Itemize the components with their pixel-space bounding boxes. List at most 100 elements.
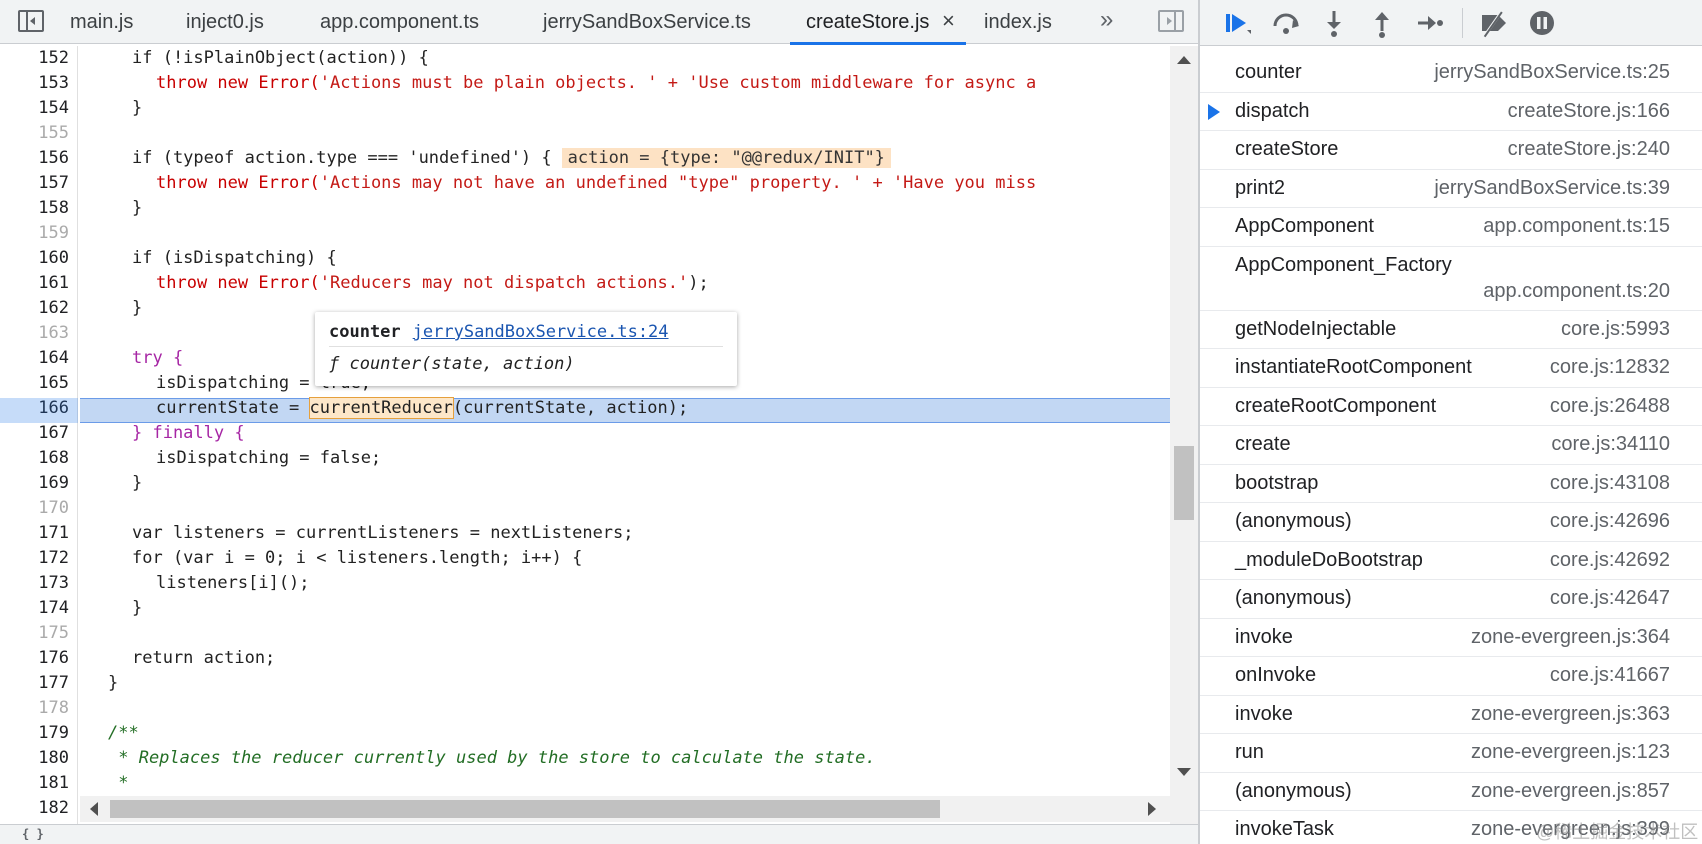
vertical-scroll-thumb[interactable]: [1174, 446, 1194, 520]
line-number[interactable]: 179: [0, 721, 69, 746]
line-number[interactable]: 159: [0, 221, 69, 246]
call-frame-location[interactable]: core.js:26488: [1550, 395, 1670, 418]
call-frame[interactable]: invoke zone-evergreen.js:363: [1200, 696, 1702, 734]
step-over-icon[interactable]: [1268, 6, 1304, 40]
call-frame[interactable]: onInvoke core.js:41667: [1200, 657, 1702, 696]
line-number[interactable]: 167: [0, 421, 69, 446]
line-number[interactable]: 176: [0, 646, 69, 671]
tab-inject0-js[interactable]: inject0.js: [186, 0, 264, 44]
call-frame-location[interactable]: core.js:42696: [1550, 510, 1670, 533]
call-frame[interactable]: create core.js:34110: [1200, 426, 1702, 465]
tab-jerrysandboxservice-ts[interactable]: jerrySandBoxService.ts: [543, 0, 751, 44]
line-number[interactable]: 173: [0, 571, 69, 596]
call-frame[interactable]: dispatch createStore.js:166: [1200, 93, 1702, 131]
call-frame[interactable]: AppComponent app.component.ts:15: [1200, 208, 1702, 247]
call-frame-location[interactable]: createStore.js:166: [1508, 100, 1670, 123]
line-number[interactable]: 164: [0, 346, 69, 371]
line-number[interactable]: 160: [0, 246, 69, 271]
call-frame[interactable]: AppComponent_Factory app.component.ts:20: [1200, 247, 1702, 311]
line-number[interactable]: 156: [0, 146, 69, 171]
call-frame[interactable]: getNodeInjectable core.js:5993: [1200, 311, 1702, 349]
call-frame-location[interactable]: core.js:43108: [1550, 472, 1670, 495]
call-frame-location[interactable]: core.js:5993: [1561, 318, 1670, 341]
call-frame[interactable]: (anonymous) zone-evergreen.js:857: [1200, 773, 1702, 811]
call-frame[interactable]: (anonymous) core.js:42647: [1200, 580, 1702, 619]
call-frame[interactable]: bootstrap core.js:43108: [1200, 465, 1702, 503]
call-frame-location[interactable]: core.js:34110: [1551, 433, 1670, 456]
line-number[interactable]: 169: [0, 471, 69, 496]
code-editor[interactable]: 152 153 154 155 156 157 158 159 160 161 162 163 164 1…: [0, 46, 1170, 824]
line-number[interactable]: 153: [0, 71, 69, 96]
line-number[interactable]: 178: [0, 696, 69, 721]
call-frame-location[interactable]: zone-evergreen.js:857: [1471, 780, 1670, 803]
pause-on-exceptions-icon[interactable]: [1524, 6, 1560, 40]
call-frame-location[interactable]: zone-evergreen.js:363: [1471, 703, 1670, 726]
popover-source-link[interactable]: jerrySandBoxService.ts:24: [413, 322, 669, 342]
call-frame[interactable]: _moduleDoBootstrap core.js:42692: [1200, 542, 1702, 580]
resume-icon[interactable]: [1220, 6, 1256, 40]
sidebar-toggle-icon[interactable]: [18, 10, 44, 32]
scroll-right-icon[interactable]: [1148, 802, 1156, 816]
call-frame[interactable]: (anonymous) core.js:42696: [1200, 503, 1702, 542]
line-number[interactable]: 163: [0, 321, 69, 346]
scroll-up-icon[interactable]: [1177, 56, 1191, 64]
line-number[interactable]: 177: [0, 671, 69, 696]
more-tabs-icon[interactable]: »: [1100, 6, 1114, 34]
call-frame[interactable]: createStore createStore.js:240: [1200, 131, 1702, 170]
call-frame-location[interactable]: core.js:12832: [1550, 356, 1670, 379]
line-number[interactable]: 165: [0, 371, 69, 396]
line-number[interactable]: 158: [0, 196, 69, 221]
tab-app-component-ts[interactable]: app.component.ts: [320, 0, 479, 44]
close-icon[interactable]: ×: [942, 8, 955, 34]
pretty-print-icon[interactable]: { }: [22, 827, 44, 841]
line-number[interactable]: 172: [0, 546, 69, 571]
scroll-down-icon[interactable]: [1177, 768, 1191, 776]
hovered-expression[interactable]: currentReducer: [308, 397, 454, 419]
step-into-icon[interactable]: [1316, 6, 1352, 40]
call-frame-location[interactable]: core.js:42692: [1550, 549, 1670, 572]
line-number[interactable]: 170: [0, 496, 69, 521]
line-number[interactable]: 155: [0, 121, 69, 146]
line-number[interactable]: 168: [0, 446, 69, 471]
line-number[interactable]: 161: [0, 271, 69, 296]
call-stack-list: counter jerrySandBoxService.ts:25 dispatch…: [1200, 54, 1702, 844]
call-frame[interactable]: run zone-evergreen.js:123: [1200, 734, 1702, 773]
call-frame-location[interactable]: core.js:42647: [1550, 587, 1670, 610]
horizontal-scroll-thumb[interactable]: [110, 800, 940, 818]
line-number[interactable]: 157: [0, 171, 69, 196]
line-number[interactable]: 154: [0, 96, 69, 121]
line-number[interactable]: 182: [0, 796, 69, 821]
call-frame-location[interactable]: zone-evergreen.js:123: [1471, 741, 1670, 764]
call-frame-location[interactable]: jerrySandBoxService.ts:25: [1434, 61, 1670, 84]
step-icon[interactable]: [1412, 6, 1448, 40]
call-frame-location[interactable]: app.component.ts:20: [1483, 280, 1670, 303]
scroll-left-icon[interactable]: [90, 802, 98, 816]
call-frame[interactable]: instantiateRootComponent core.js:12832: [1200, 349, 1702, 388]
debugger-sidebar-toggle-icon[interactable]: [1158, 10, 1184, 32]
tab-createstore-js[interactable]: createStore.js: [806, 0, 929, 44]
line-number-gutter[interactable]: 152 153 154 155 156 157 158 159 160 161 162 163 164 1…: [0, 46, 78, 824]
line-number[interactable]: 162: [0, 296, 69, 321]
tab-main-js[interactable]: main.js: [70, 0, 133, 44]
call-frame[interactable]: print2 jerrySandBoxService.ts:39: [1200, 170, 1702, 208]
call-frame-location[interactable]: zone-evergreen.js:364: [1471, 626, 1670, 649]
call-frame-location[interactable]: core.js:41667: [1550, 664, 1670, 687]
step-out-icon[interactable]: [1364, 6, 1400, 40]
vertical-scrollbar[interactable]: [1170, 46, 1198, 824]
line-number[interactable]: 152: [0, 46, 69, 71]
call-frame-location[interactable]: createStore.js:240: [1508, 138, 1670, 161]
deactivate-breakpoints-icon[interactable]: [1476, 6, 1512, 40]
line-number[interactable]: 181: [0, 771, 69, 796]
line-number[interactable]: 175: [0, 621, 69, 646]
call-frame[interactable]: createRootComponent core.js:26488: [1200, 388, 1702, 426]
call-frame-location[interactable]: jerrySandBoxService.ts:39: [1434, 177, 1670, 200]
line-number[interactable]: 180: [0, 746, 69, 771]
inline-value-annotation: action = {type: "@@redux/INIT"}: [561, 148, 891, 168]
call-frame[interactable]: invoke zone-evergreen.js:364: [1200, 619, 1702, 657]
horizontal-scrollbar[interactable]: [80, 796, 1170, 822]
line-number[interactable]: 171: [0, 521, 69, 546]
line-number[interactable]: 174: [0, 596, 69, 621]
call-frame-location[interactable]: app.component.ts:15: [1483, 215, 1670, 238]
tab-index-js[interactable]: index.js: [984, 0, 1052, 44]
call-frame[interactable]: counter jerrySandBoxService.ts:25: [1200, 54, 1702, 93]
